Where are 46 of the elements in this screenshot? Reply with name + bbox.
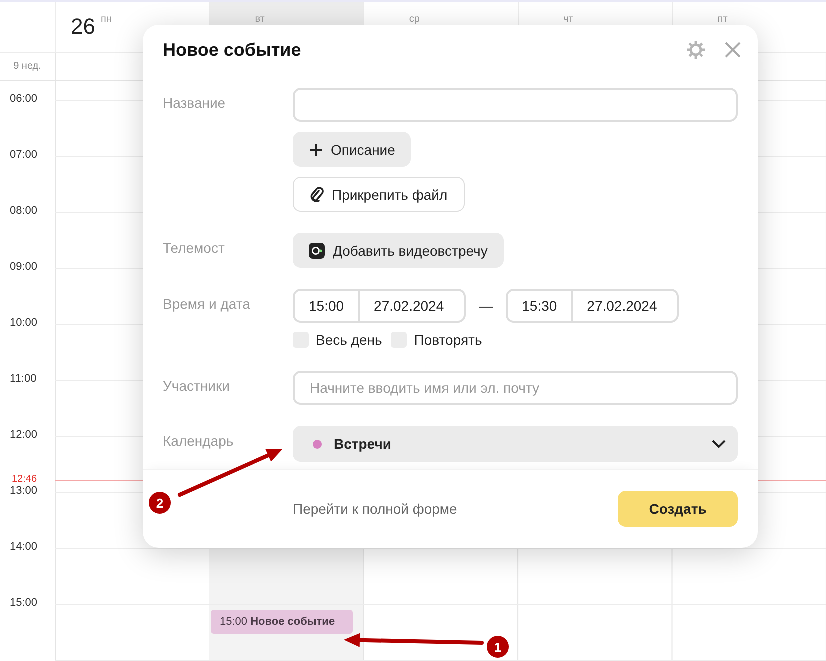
hour-label: 07:00 <box>9 149 39 163</box>
hour-label: 08:00 <box>9 205 39 219</box>
plus-icon <box>309 142 323 156</box>
calendar-select[interactable]: Встречи <box>293 426 738 462</box>
weekday: вт <box>255 14 265 25</box>
field-label: Время и дата <box>163 295 252 314</box>
hour-label: 06:00 <box>9 93 39 107</box>
chevron-down-icon <box>712 440 726 448</box>
hour-label: 13:00 <box>9 485 39 499</box>
hour-label: 10:00 <box>9 317 39 331</box>
field-label: Календарь <box>163 432 235 451</box>
week-number: 9 нед. <box>12 60 42 74</box>
annotation-badge: 1 <box>487 636 509 658</box>
weekday: ср <box>409 14 420 25</box>
close-icon[interactable] <box>724 41 742 59</box>
participants-field[interactable]: Начните вводить имя или эл. почту <box>293 371 738 405</box>
hour-label: 11:00 <box>9 373 38 387</box>
full-form-link[interactable]: Перейти к полной форме <box>293 501 618 517</box>
title-field[interactable] <box>293 88 738 122</box>
attach-file-button[interactable]: Прикрепить файл <box>293 177 465 212</box>
weekday: пн <box>101 14 112 25</box>
start-datetime-field[interactable]: 15:00 27.02.2024 <box>293 289 466 323</box>
weekday: чт <box>564 14 574 25</box>
paperclip-icon <box>310 186 324 202</box>
calendar-dot <box>313 440 322 448</box>
day-number[interactable]: 26 <box>71 14 97 40</box>
hour-label: 12:00 <box>9 429 39 443</box>
hour-label: 14:00 <box>9 541 39 555</box>
field-label: Телемост <box>163 239 226 258</box>
calendar-event[interactable]: 15:00 Новое событие <box>211 610 353 634</box>
weekday: пт <box>718 14 728 25</box>
dialog-title: Новое событие <box>163 40 302 60</box>
checkbox-label: Повторять <box>414 332 482 348</box>
checkbox-label: Весь день <box>316 332 382 348</box>
hour-label: 15:00 <box>9 597 39 611</box>
video-meeting-button[interactable]: Добавить видеовстречу <box>293 233 504 268</box>
field-label: Название <box>163 94 227 113</box>
settings-icon[interactable] <box>686 40 706 60</box>
create-button[interactable]: Создать <box>618 491 738 527</box>
description-button[interactable]: Описание <box>293 132 412 167</box>
field-label: Участники <box>163 377 231 396</box>
current-time: 12:46 <box>12 474 38 485</box>
video-camera-icon <box>309 242 325 258</box>
hour-label: 09:00 <box>9 261 39 275</box>
range-dash: — <box>479 298 494 314</box>
end-datetime-field[interactable]: 15:30 27.02.2024 <box>506 289 680 323</box>
